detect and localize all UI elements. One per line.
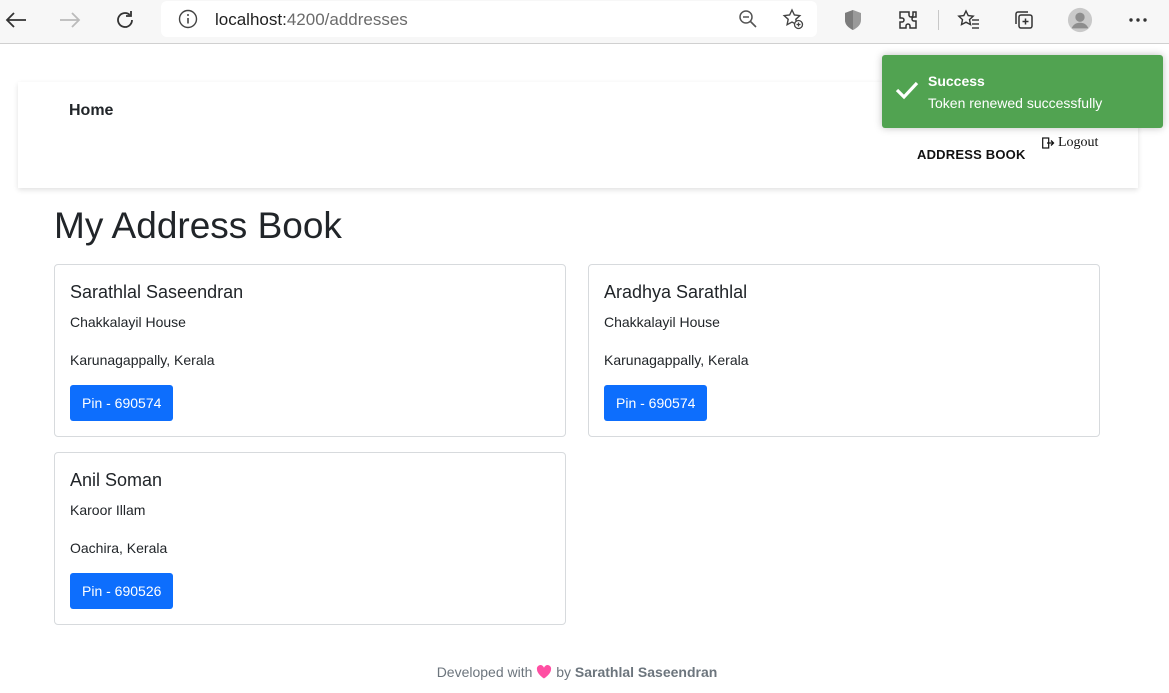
logout-icon [1042, 137, 1055, 149]
address-line2: Karunagappally, Kerala [604, 352, 749, 368]
checkmark-icon [895, 81, 919, 100]
address-card: Aradhya Sarathlal Chakkalayil House Karu… [588, 264, 1100, 437]
favorites-icon[interactable] [956, 7, 982, 33]
address-line2: Oachira, Kerala [70, 540, 168, 556]
pin-button[interactable]: Pin - 690574 [70, 385, 174, 421]
address-line1: Chakkalayil House [604, 314, 720, 330]
address-bar[interactable]: localhost:4200/addresses [161, 1, 817, 37]
address-line1: Chakkalayil House [70, 314, 186, 330]
page-footer: Developed with by Sarathlal Saseendran [0, 664, 1154, 680]
address-line1: Karoor Illam [70, 502, 146, 518]
address-card: Anil Soman Karoor Illam Oachira, Kerala … [54, 452, 566, 625]
toast-message: Token renewed successfully [928, 95, 1103, 111]
collections-icon[interactable] [1011, 7, 1037, 33]
address-card: Sarathlal Saseendran Chakkalayil House K… [54, 264, 566, 437]
footer-by: by [556, 664, 571, 680]
site-info-icon[interactable] [177, 8, 199, 30]
address-line2: Karunagappally, Kerala [70, 352, 215, 368]
logout-label: Logout [1058, 135, 1099, 150]
address-name: Anil Soman [70, 470, 163, 490]
back-arrow-icon [5, 12, 26, 28]
pin-button[interactable]: Pin - 690526 [70, 573, 174, 609]
address-name: Aradhya Sarathlal [604, 282, 748, 302]
address-name: Sarathlal Saseendran [70, 282, 244, 302]
profile-avatar-icon[interactable] [1067, 7, 1093, 33]
address-book-link[interactable]: ADDRESS BOOK [917, 147, 1026, 162]
pin-button[interactable]: Pin - 690574 [604, 385, 708, 421]
success-toast[interactable]: Success Token renewed successfully [882, 55, 1163, 128]
logout-link[interactable]: Logout [1042, 135, 1098, 151]
back-button[interactable] [0, 6, 32, 34]
extensions-icon[interactable] [895, 7, 921, 33]
page-title: My Address Book [54, 205, 342, 246]
footer-author: Sarathlal Saseendran [574, 664, 718, 680]
forward-button[interactable] [54, 6, 86, 34]
heart-icon [537, 665, 552, 679]
tracking-prevention-icon[interactable] [840, 7, 866, 33]
more-options-icon[interactable] [1125, 7, 1151, 33]
home-link[interactable]: Home [69, 102, 113, 120]
url-text: localhost:4200/addresses [215, 10, 408, 29]
browser-toolbar: localhost:4200/addresses [0, 0, 1169, 44]
toast-title: Success [928, 73, 985, 89]
toolbar-separator [938, 10, 939, 30]
reload-button[interactable] [109, 6, 141, 34]
footer-prefix: Developed with [436, 664, 533, 680]
add-favorite-icon[interactable] [782, 8, 804, 30]
zoom-out-icon[interactable] [737, 8, 759, 30]
reload-icon [117, 11, 133, 28]
forward-arrow-icon [60, 12, 81, 28]
